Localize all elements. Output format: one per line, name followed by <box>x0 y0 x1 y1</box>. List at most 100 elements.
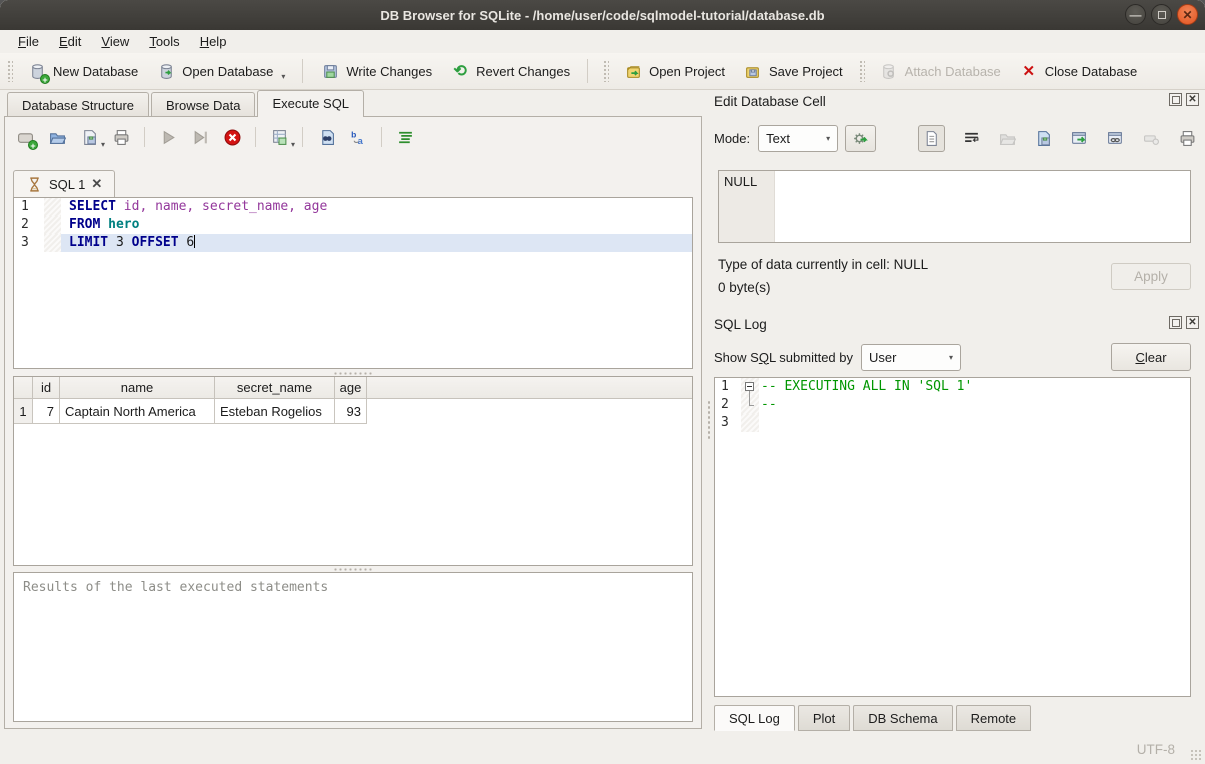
text-mode-button[interactable] <box>918 125 945 152</box>
menu-edit[interactable]: Edit <box>49 31 91 52</box>
window-maximize-button[interactable] <box>1151 4 1172 25</box>
dock-tab-db-schema[interactable]: DB Schema <box>853 705 952 731</box>
fold-collapse-icon[interactable] <box>745 382 754 391</box>
dock-tab-plot[interactable]: Plot <box>798 705 850 731</box>
tab-database-structure[interactable]: Database Structure <box>7 92 149 117</box>
results-message-area[interactable]: Results of the last executed statements <box>13 572 693 722</box>
print-cell-button[interactable] <box>1177 128 1197 148</box>
attach-database-button[interactable]: Attach Database <box>870 56 1010 86</box>
fold-margin <box>741 414 759 432</box>
svg-text:b: b <box>351 129 356 139</box>
open-project-icon <box>623 61 643 81</box>
toolbar-drag-handle[interactable] <box>859 60 865 82</box>
cell-content-gutter: NULL <box>719 171 775 242</box>
main-toolbar: + New Database Open Database ▾ Write Cha… <box>0 53 1205 90</box>
format-sql-button[interactable] <box>395 127 415 147</box>
toolbar-drag-handle[interactable] <box>7 60 13 82</box>
menubar: File Edit View Tools Help <box>0 30 1205 53</box>
cell-age[interactable]: 93 <box>335 399 367 424</box>
save-sql-dropdown-caret-icon[interactable]: ▾ <box>101 140 105 149</box>
sql-log-view[interactable]: 1 -- EXECUTING ALL IN 'SQL 1' 2 -- 3 <box>714 377 1191 697</box>
execute-all-button[interactable] <box>158 127 178 147</box>
sql-tab[interactable]: SQL 1 ✕ <box>13 170 115 197</box>
plus-badge-icon: + <box>28 140 38 150</box>
open-database-dropdown-caret-icon[interactable]: ▾ <box>281 72 285 81</box>
import-cell-data-button[interactable] <box>997 128 1017 148</box>
fold-margin <box>741 396 759 414</box>
dock-close-icon[interactable]: ✕ <box>1186 316 1199 329</box>
new-database-button[interactable]: + New Database <box>18 56 147 86</box>
menu-tools[interactable]: Tools <box>139 31 189 52</box>
dock-close-icon[interactable]: ✕ <box>1186 93 1199 106</box>
log-line: 3 <box>715 414 1190 432</box>
cell-id[interactable]: 7 <box>33 399 60 424</box>
write-changes-button[interactable]: Write Changes <box>311 56 441 86</box>
column-header-name[interactable]: name <box>60 377 215 398</box>
stop-execution-button[interactable] <box>222 127 242 147</box>
main-tab-bar: Database Structure Browse Data Execute S… <box>4 90 705 117</box>
dock-float-icon[interactable] <box>1169 316 1182 329</box>
sql-editor[interactable]: 1 SELECT id, name, secret_name, age 2 FR… <box>13 197 693 369</box>
cell-content-editor[interactable]: NULL <box>718 170 1191 243</box>
hourglass-icon <box>26 176 43 193</box>
log-filter-select[interactable]: User ▾ <box>861 344 961 371</box>
auto-apply-button[interactable] <box>845 125 876 152</box>
mode-select[interactable]: Text ▾ <box>758 125 838 152</box>
cell-mode-row: Mode: Text ▾ <box>714 123 1201 153</box>
tab-execute-sql[interactable]: Execute SQL <box>257 90 364 117</box>
save-results-dropdown-caret-icon[interactable]: ▾ <box>291 140 295 149</box>
editor-line: 2 FROM hero <box>14 216 692 234</box>
menu-file[interactable]: File <box>8 31 49 52</box>
export-cell-data-button[interactable] <box>1033 128 1053 148</box>
execute-current-line-button[interactable] <box>190 127 210 147</box>
sql-log-filter-row: Show SQL submitted by User ▾ Clear <box>714 342 1191 372</box>
copy-link-button[interactable] <box>1105 128 1125 148</box>
open-project-button[interactable]: Open Project <box>614 56 734 86</box>
dock-tab-remote[interactable]: Remote <box>956 705 1032 731</box>
dock-float-icon[interactable] <box>1169 93 1182 106</box>
column-header-secret-name[interactable]: secret_name <box>215 377 335 398</box>
column-header-age[interactable]: age <box>335 377 367 398</box>
open-database-button[interactable]: Open Database ▾ <box>147 56 294 86</box>
set-null-button[interactable] <box>1141 128 1161 148</box>
link-icon <box>1107 130 1124 147</box>
word-wrap-button[interactable] <box>961 128 981 148</box>
open-database-icon <box>156 61 176 81</box>
open-in-external-button[interactable] <box>1069 128 1089 148</box>
dock-tab-sql-log[interactable]: SQL Log <box>714 705 795 731</box>
window-title: DB Browser for SQLite - /home/user/code/… <box>380 8 824 23</box>
new-sql-tab-button[interactable]: + <box>15 127 35 147</box>
write-changes-label: Write Changes <box>346 64 432 79</box>
cell-content-area[interactable] <box>775 171 1190 242</box>
resize-grip[interactable] <box>1190 749 1202 761</box>
vertical-splitter[interactable] <box>705 90 712 735</box>
save-project-button[interactable]: Save Project <box>734 56 852 86</box>
toolbar-drag-handle[interactable] <box>603 60 609 82</box>
revert-changes-button[interactable]: ⟲ Revert Changes <box>441 56 579 86</box>
column-header-id[interactable]: id <box>33 377 60 398</box>
find-replace-button[interactable]: ba <box>348 127 368 147</box>
titlebar[interactable]: DB Browser for SQLite - /home/user/code/… <box>0 0 1205 30</box>
close-database-button[interactable]: ✕ Close Database <box>1010 56 1147 86</box>
menu-help[interactable]: Help <box>190 31 237 52</box>
new-database-icon: + <box>27 61 47 81</box>
toolbar-separator <box>587 59 588 83</box>
menu-view[interactable]: View <box>91 31 139 52</box>
clear-log-button[interactable]: Clear <box>1111 343 1191 371</box>
results-grid-header: id name secret_name age <box>14 377 692 399</box>
save-results-button[interactable]: ▾ <box>269 127 289 147</box>
tab-browse-data[interactable]: Browse Data <box>151 92 255 117</box>
line-number: 1 <box>715 378 741 396</box>
row-number-cell[interactable]: 1 <box>14 399 33 424</box>
find-button[interactable] <box>316 127 336 147</box>
cell-secret-name[interactable]: Esteban Rogelios <box>215 399 335 424</box>
apply-button[interactable]: Apply <box>1111 263 1191 290</box>
cell-name[interactable]: Captain North America <box>60 399 215 424</box>
save-sql-file-button[interactable]: ▾ <box>79 127 99 147</box>
sql-tab-close-icon[interactable]: ✕ <box>91 176 102 192</box>
print-sql-button[interactable] <box>111 127 131 147</box>
window-minimize-button[interactable]: — <box>1125 4 1146 25</box>
open-sql-file-button[interactable] <box>47 127 67 147</box>
window-close-button[interactable]: ✕ <box>1177 4 1198 25</box>
set-null-icon <box>1143 130 1160 147</box>
